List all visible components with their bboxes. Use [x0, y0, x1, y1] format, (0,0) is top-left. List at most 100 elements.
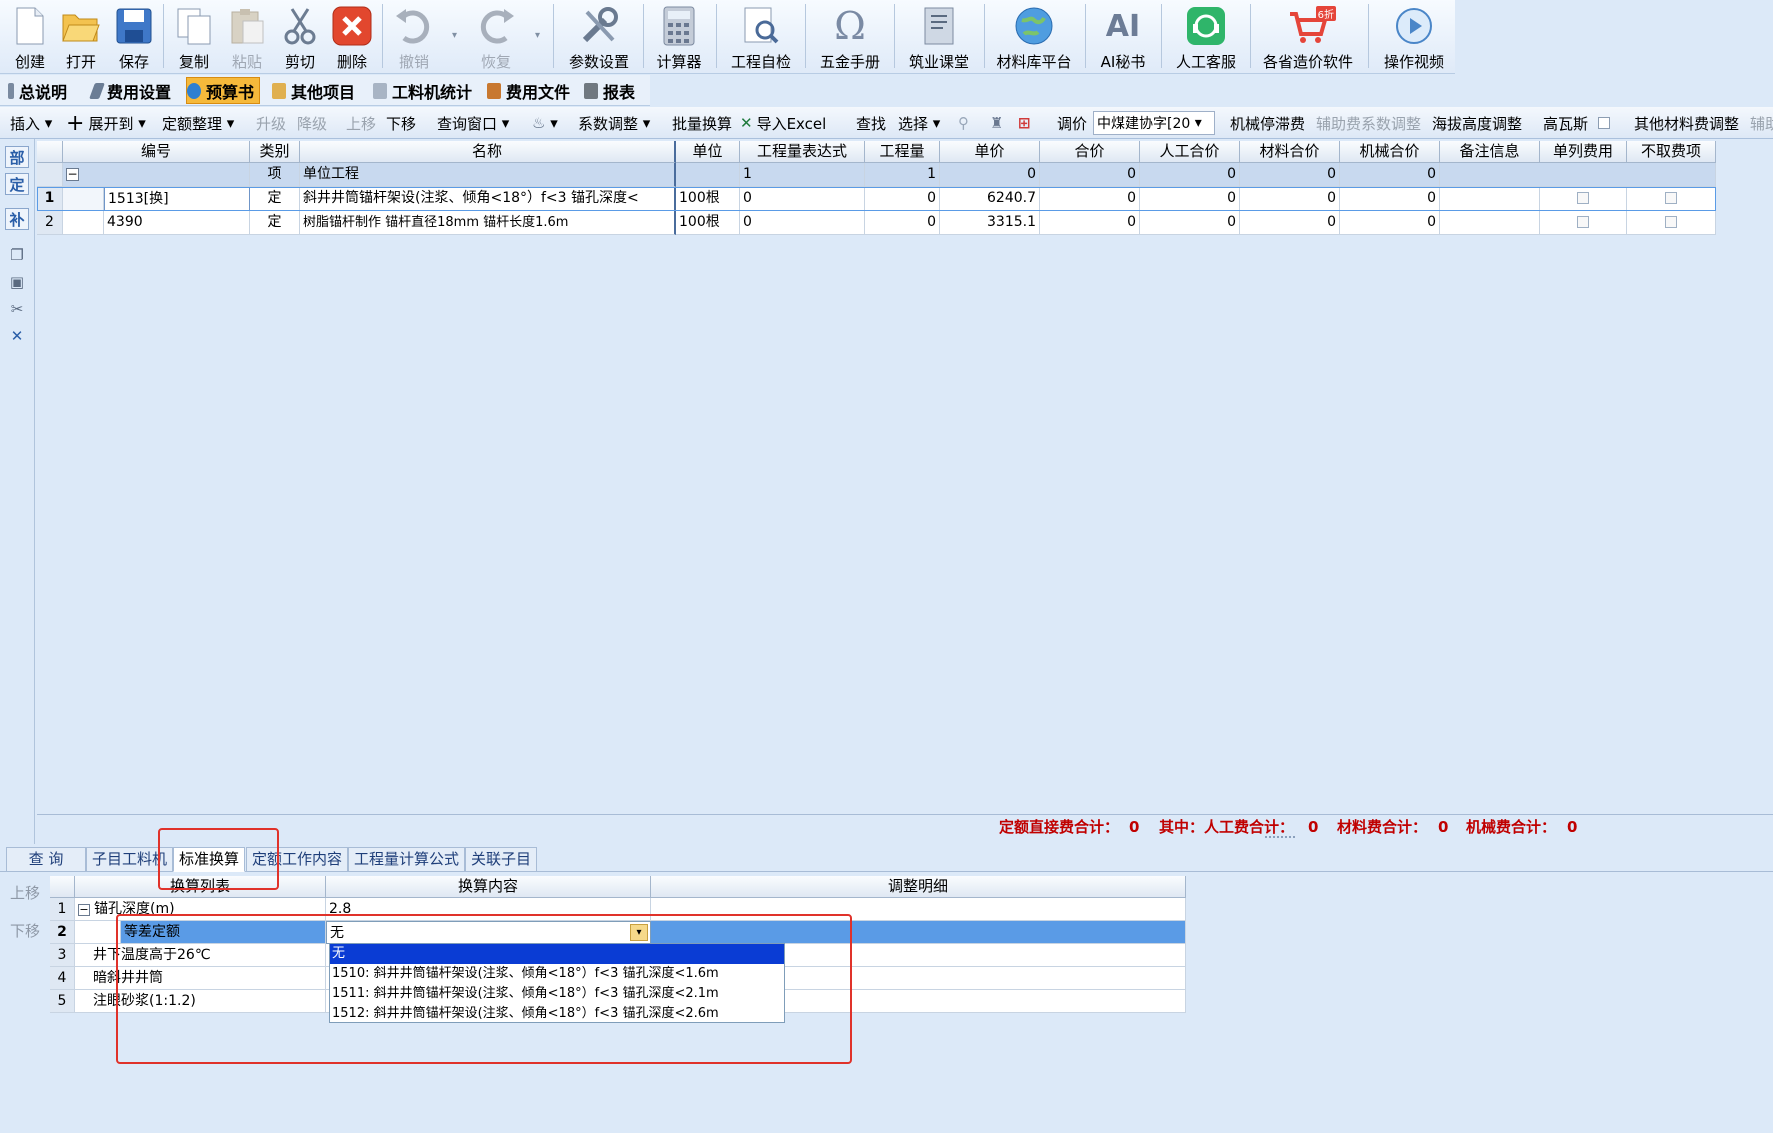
undo-button[interactable]: 撤销	[388, 2, 440, 72]
main-toolbar: 创建 打开 保存 复制 粘贴 剪切 删除 撤销 ▾ 恢复 ▾ 参数设置 计算器 …	[0, 0, 1455, 74]
conversion-side-panel: 上移 下移	[0, 872, 50, 1133]
quota-sort-button[interactable]: 定额整理 ▾	[162, 107, 234, 139]
col-header-nofee[interactable]: 不取费项	[1627, 141, 1716, 163]
conv-move-down-button[interactable]: 下移	[10, 920, 40, 941]
scissors-icon[interactable]: ✂	[5, 298, 29, 320]
budget-book-icon	[187, 82, 201, 99]
col-header-expr[interactable]: 工程量表达式	[740, 141, 865, 163]
paste-icon[interactable]: ▣	[5, 271, 29, 293]
other-material-button[interactable]: 其他材料费调整	[1634, 107, 1739, 139]
calculator-button[interactable]: 计算器	[650, 2, 708, 72]
tab-related-items[interactable]: 关联子目	[465, 847, 538, 872]
brush-icon[interactable]: ♜	[990, 107, 1003, 139]
edit-toolbar: 插入 ▾ + 展开到 ▾ 定额整理 ▾ 升级 降级 上移 下移 查询窗口 ▾ ♨ …	[0, 107, 1773, 139]
tab-other-items[interactable]: 其他项目	[272, 77, 355, 104]
gas-toggle[interactable]: 高瓦斯	[1543, 107, 1610, 139]
material-platform-button[interactable]: 材料库平台	[992, 2, 1076, 72]
tab-general-notes[interactable]: 总说明	[8, 77, 67, 104]
collapse-toggle[interactable]: −	[63, 163, 250, 187]
query-window-button[interactable]: 查询窗口 ▾	[437, 107, 509, 139]
province-software-button[interactable]: 6折 各省造价软件	[1256, 2, 1360, 72]
conv-col-detail[interactable]: 调整明细	[651, 876, 1186, 898]
tab-fee-settings[interactable]: 费用设置	[89, 77, 171, 104]
gas-checkbox[interactable]	[1597, 117, 1610, 129]
price-basis-select[interactable]: 中煤建协字[20 ▾	[1093, 111, 1215, 135]
customer-service-button[interactable]: 人工客服	[1170, 2, 1242, 72]
no-fee-checkbox[interactable]	[1665, 192, 1677, 204]
col-header-remark[interactable]: 备注信息	[1440, 141, 1540, 163]
save-disk-icon	[114, 6, 154, 46]
batch-convert-button[interactable]: 批量换算	[672, 107, 732, 139]
col-header-qty[interactable]: 工程量	[865, 141, 940, 163]
col-header-name[interactable]: 名称	[300, 141, 676, 163]
fee-file-icon	[487, 82, 501, 99]
aux-more-button[interactable]: 辅助	[1750, 107, 1773, 139]
tab-fee-files[interactable]: 费用文件	[487, 77, 570, 104]
param-settings-button[interactable]: 参数设置	[563, 2, 635, 72]
adjust-price-button[interactable]: 调价	[1057, 107, 1087, 139]
coef-adjust-button[interactable]: 系数调整 ▾	[578, 107, 650, 139]
col-header-separate[interactable]: 单列费用	[1540, 141, 1627, 163]
tab-reports[interactable]: 报表	[584, 77, 635, 104]
annotation-box-dropdown	[116, 914, 852, 1064]
find-button[interactable]: 查找	[856, 107, 886, 139]
strip-button-quota[interactable]: 定	[5, 173, 29, 195]
ai-secretary-button[interactable]: AI AI秘书	[1093, 2, 1153, 72]
expand-to-button[interactable]: + 展开到 ▾	[66, 107, 146, 139]
fill-color-button[interactable]: ♨ ▾	[532, 107, 558, 139]
split-table-icon[interactable]: ⊞	[1018, 107, 1031, 139]
move-down-button[interactable]: 下移	[386, 107, 416, 139]
collapse-toggle[interactable]: −	[78, 904, 90, 916]
separate-fee-checkbox[interactable]	[1577, 192, 1589, 204]
splitter-handle[interactable]	[1265, 836, 1295, 842]
upgrade-button[interactable]: 升级	[256, 107, 286, 139]
grid-background	[37, 163, 1773, 814]
col-header-unit[interactable]: 单位	[676, 141, 740, 163]
col-header-material[interactable]: 材料合价	[1240, 141, 1340, 163]
zhuye-class-button[interactable]: 筑业课堂	[903, 2, 975, 72]
conv-move-up-button[interactable]: 上移	[10, 882, 40, 903]
headset-icon	[1186, 6, 1226, 46]
paste-button[interactable]: 粘贴	[225, 2, 269, 72]
col-header-labor[interactable]: 人工合价	[1140, 141, 1240, 163]
tab-budget-book[interactable]: 预算书	[186, 77, 261, 104]
select-button[interactable]: 选择 ▾	[898, 107, 940, 139]
undo-dropdown-icon[interactable]: ▾	[452, 30, 457, 41]
downgrade-button[interactable]: 降级	[297, 107, 327, 139]
copy-icon[interactable]: ❐	[5, 244, 29, 266]
delete-icon[interactable]: ✕	[5, 325, 29, 347]
tutorial-video-button[interactable]: 操作视频	[1378, 2, 1450, 72]
move-up-button[interactable]: 上移	[346, 107, 376, 139]
import-excel-button[interactable]: ✕ 导入Excel	[740, 107, 826, 139]
aux-coef-button[interactable]: 辅助费系数调整	[1316, 107, 1421, 139]
tab-material-stats[interactable]: 工料机统计	[373, 77, 472, 104]
insert-button[interactable]: 插入 ▾	[10, 107, 52, 139]
col-header-price[interactable]: 单价	[940, 141, 1040, 163]
redo-button[interactable]: 恢复	[470, 2, 522, 72]
col-header-machine[interactable]: 机械合价	[1340, 141, 1440, 163]
create-button[interactable]: 创建	[8, 2, 52, 72]
strip-button-part[interactable]: 部	[5, 146, 29, 168]
redo-dropdown-icon[interactable]: ▾	[535, 30, 540, 41]
col-header-total[interactable]: 合价	[1040, 141, 1140, 163]
separate-fee-checkbox[interactable]	[1577, 216, 1589, 228]
hardware-manual-button[interactable]: Ω 五金手册	[814, 2, 886, 72]
col-header-type[interactable]: 类别	[250, 141, 300, 163]
save-button[interactable]: 保存	[112, 2, 156, 72]
delete-button[interactable]: 删除	[330, 2, 374, 72]
cut-button[interactable]: 剪切	[278, 2, 322, 72]
no-fee-checkbox[interactable]	[1665, 216, 1677, 228]
altitude-adjust-button[interactable]: 海拔高度调整	[1432, 107, 1522, 139]
other-items-icon	[272, 82, 286, 99]
open-button[interactable]: 打开	[58, 2, 104, 72]
project-check-button[interactable]: 工程自检	[725, 2, 797, 72]
pin-icon[interactable]: ⚲	[958, 107, 969, 139]
tab-query[interactable]: 查 询	[6, 847, 86, 872]
calculator-icon	[659, 6, 699, 46]
tab-quantity-formula[interactable]: 工程量计算公式	[348, 847, 466, 872]
strip-button-supplement[interactable]: 补	[5, 208, 29, 230]
conv-col-content[interactable]: 换算内容	[326, 876, 651, 898]
machine-stop-button[interactable]: 机械停滞费	[1230, 107, 1305, 139]
col-header-code[interactable]: 编号	[63, 141, 250, 163]
copy-button[interactable]: 复制	[172, 2, 216, 72]
